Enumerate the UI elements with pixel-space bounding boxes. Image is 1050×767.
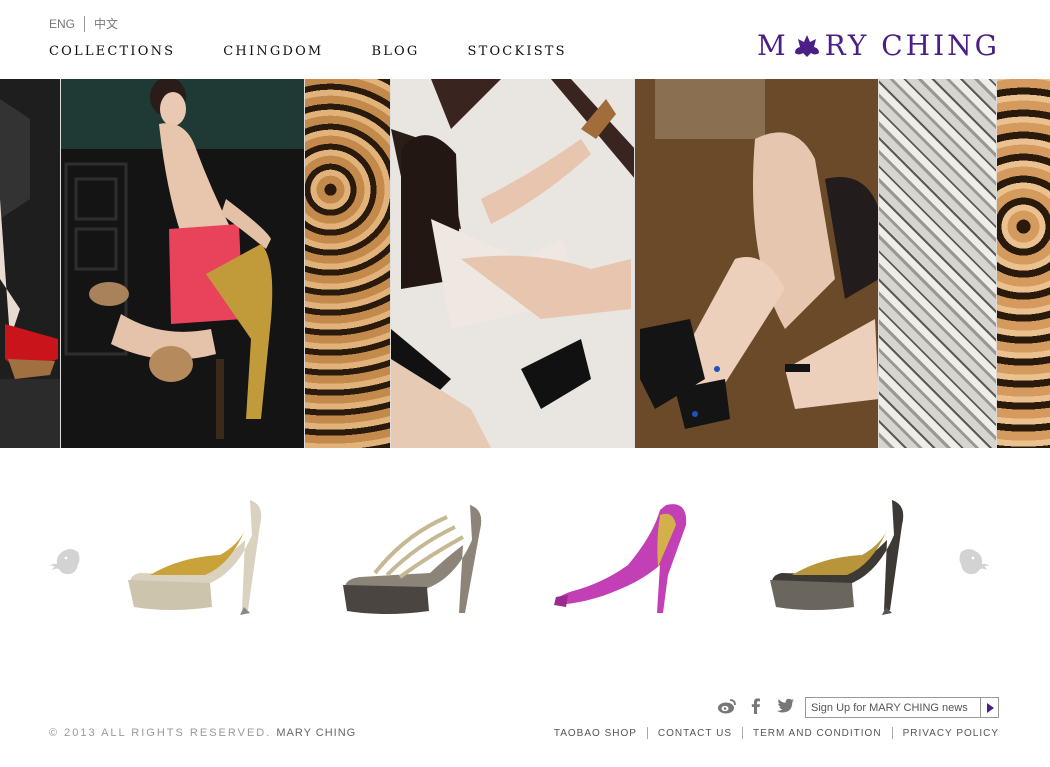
weibo-icon[interactable]: [717, 697, 737, 715]
red-leopard-shoe-image: [0, 79, 60, 448]
footer-link-divider: [891, 727, 893, 739]
shoe-gold-platform-pump[interactable]: [120, 495, 280, 625]
lang-eng[interactable]: ENG: [49, 17, 75, 31]
logo-text-right: RY CHING: [824, 29, 1000, 62]
nav-stockists[interactable]: STOCKISTS: [467, 44, 566, 59]
social-links: [717, 697, 804, 715]
elephant-left-icon[interactable]: [48, 544, 84, 580]
nav-chingdom[interactable]: CHINGDOM: [223, 44, 323, 59]
footer-link-divider: [646, 727, 648, 739]
brand-logo[interactable]: M RY CHING: [757, 29, 1000, 62]
footer-link-divider: [742, 727, 743, 739]
model-on-chair-image: [61, 79, 304, 448]
logo-crest-icon: [794, 34, 819, 57]
main-nav: COLLECTIONS CHINGDOM BLOG STOCKISTS: [49, 44, 615, 59]
model-on-floor-image: [391, 79, 634, 448]
hero-panel-shoe-closeup: [0, 79, 61, 448]
legs-with-heels-image: [635, 79, 878, 448]
hero-panel-leopard-print: [997, 79, 1050, 448]
lang-chinese[interactable]: 中文: [94, 15, 118, 32]
facebook-icon[interactable]: [746, 697, 766, 715]
footer-link-privacy-policy[interactable]: PRIVACY POLICY: [903, 728, 999, 739]
hero-panel-chair-model: [61, 79, 305, 448]
play-arrow-icon: [986, 702, 994, 713]
lang-divider: [84, 15, 86, 32]
copyright-brand: MARY CHING: [276, 727, 357, 739]
footer-link-contact-us[interactable]: CONTACT US: [658, 728, 732, 739]
logo-text-left: M: [756, 29, 789, 62]
hero-banner[interactable]: [0, 79, 1050, 448]
shoe-carousel: [0, 490, 1050, 630]
copyright-text: © 2013 ALL RIGHTS RESERVED.: [49, 727, 272, 739]
hero-panel-snakeskin: [879, 79, 997, 448]
newsletter-signup: [805, 697, 999, 718]
shoe-bronze-strappy-platform[interactable]: [335, 495, 495, 625]
footer-link-taobao-shop[interactable]: TAOBAO SHOP: [554, 728, 637, 739]
newsletter-submit-button[interactable]: [980, 698, 998, 717]
nav-collections[interactable]: COLLECTIONS: [49, 44, 175, 59]
footer-link-terms[interactable]: TERM AND CONDITION: [753, 728, 882, 739]
shoe-magenta-peeptoe-pump[interactable]: [548, 495, 708, 625]
footer-links: TAOBAO SHOP CONTACT US TERM AND CONDITIO…: [554, 727, 999, 739]
hero-panel-legs-heels: [635, 79, 879, 448]
nav-blog[interactable]: BLOG: [371, 44, 419, 59]
language-switcher: ENG 中文: [49, 15, 118, 32]
copyright-notice: © 2013 ALL RIGHTS RESERVED. MARY CHING: [49, 727, 356, 739]
hero-panel-leopard-fabric: [305, 79, 391, 448]
newsletter-email-input[interactable]: [806, 698, 981, 717]
hero-panel-floor-model: [391, 79, 635, 448]
shoe-black-lace-platform-pump[interactable]: [762, 495, 922, 625]
twitter-icon[interactable]: [775, 697, 795, 715]
elephant-right-icon[interactable]: [955, 544, 991, 580]
